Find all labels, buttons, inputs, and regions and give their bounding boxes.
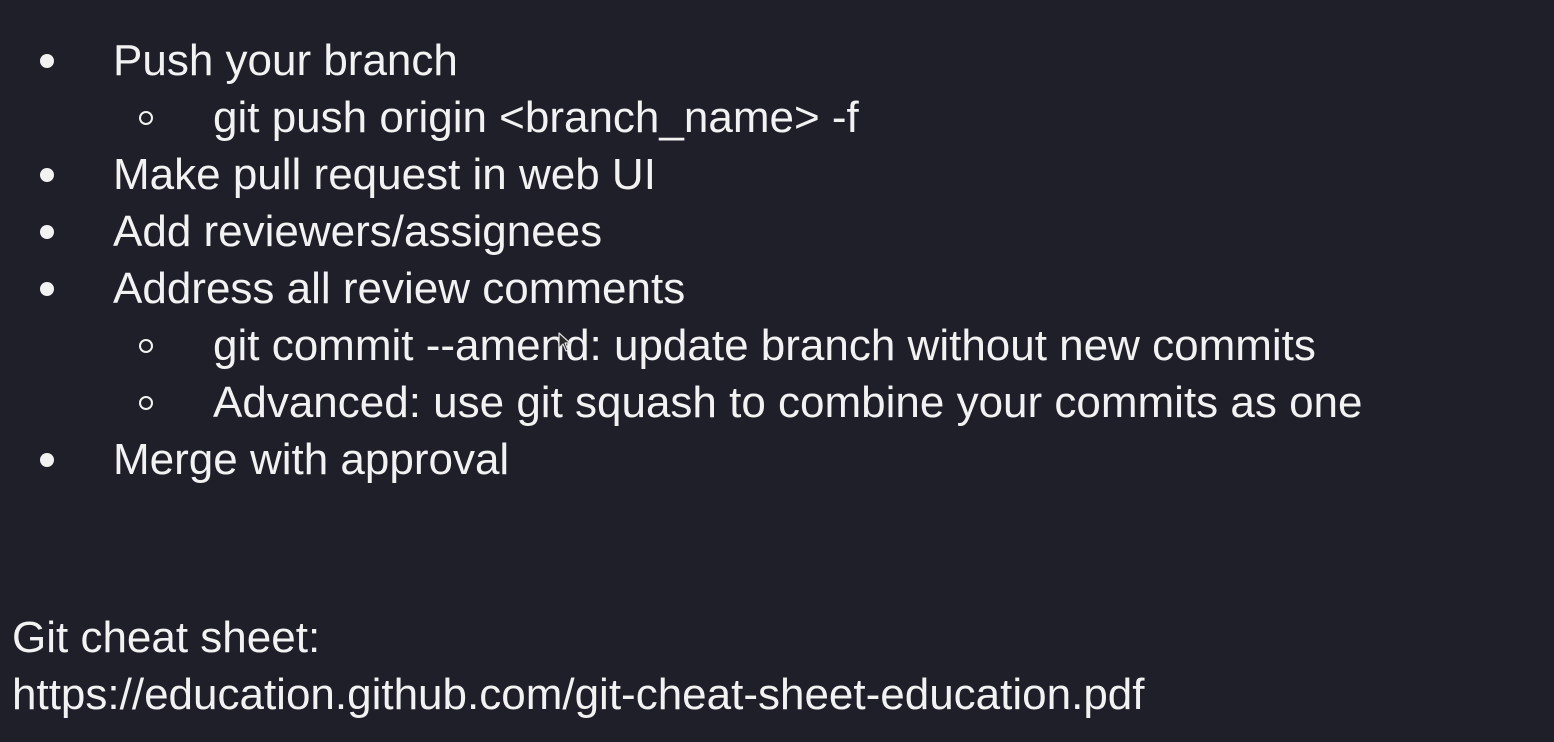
cheat-sheet-label: Git cheat sheet:	[12, 613, 321, 662]
list-item-text: Add reviewers/assignees	[113, 207, 603, 256]
sub-list-item-text: git push origin <branch_name> -f	[213, 93, 859, 142]
list-item-text: Make pull request in web UI	[113, 150, 656, 199]
sub-list-item-text: git commit --amend: update branch withou…	[213, 321, 1316, 370]
bullet-dot-icon	[40, 168, 54, 182]
slide: Push your branch git push origin <branch…	[0, 0, 1554, 742]
bullet-dot-icon	[40, 282, 54, 296]
bullet-dot-icon	[40, 225, 54, 239]
sub-list-item-text: Advanced: use git squash to combine your…	[213, 378, 1363, 427]
list-item-text: Address all review comments	[113, 264, 686, 313]
cheat-sheet-link[interactable]: https://education.github.com/git-cheat-s…	[12, 666, 1144, 723]
list-item-text: Merge with approval	[113, 435, 510, 484]
bullet-circle-icon	[139, 339, 153, 353]
mouse-pointer-icon	[558, 332, 571, 352]
bullet-dot-icon	[40, 453, 54, 467]
bullet-dot-icon	[40, 54, 54, 68]
list-item-text: Push your branch	[113, 36, 458, 85]
bullet-circle-icon	[139, 396, 153, 410]
bullet-circle-icon	[139, 111, 153, 125]
footer: Git cheat sheet: https://education.githu…	[12, 609, 1144, 723]
